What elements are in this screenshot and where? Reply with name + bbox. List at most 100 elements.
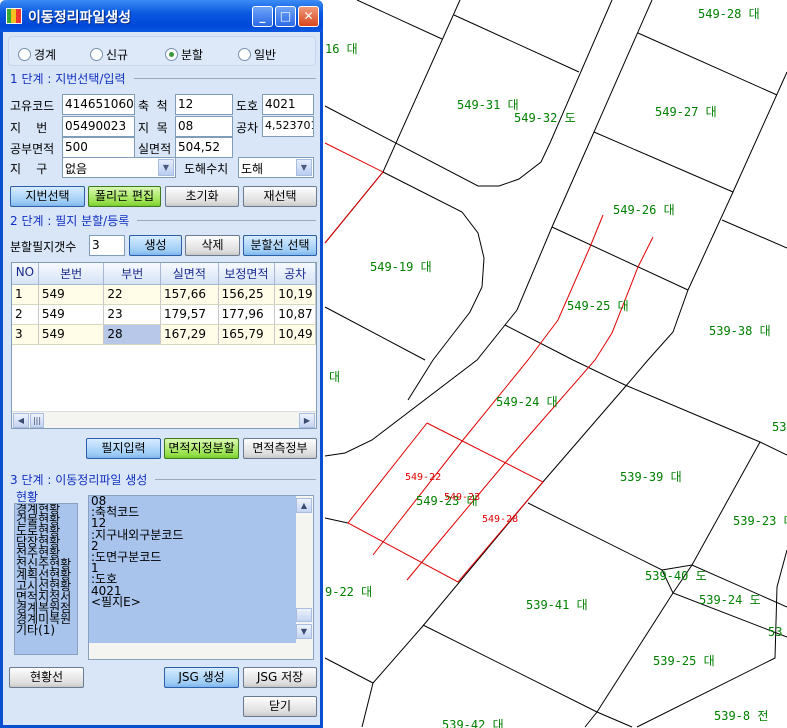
vertical-scrollbar[interactable]: ▲ ▼ — [296, 496, 313, 644]
table-cell-selected[interactable]: 28 — [104, 325, 162, 345]
scroll-up-icon[interactable]: ▲ — [296, 498, 312, 513]
lot-input-button[interactable]: 필지입력 — [86, 438, 161, 459]
status-list[interactable]: 경계현황 건물현황 도로현황 담장현황 전주현황 전신주현황 계획선현황 고시선현황 면적지정서… — [14, 503, 78, 655]
edit-polygon-button[interactable]: 폴리곤 편집 — [88, 186, 161, 207]
split-lot-label: 549-23 — [444, 492, 480, 503]
table-cell[interactable]: 549 — [38, 325, 105, 345]
minimize-button[interactable]: _ — [252, 6, 273, 27]
create-button[interactable]: 생성 — [129, 235, 182, 256]
step1-title: 1 단계 : 지번선택/입력 — [10, 72, 126, 86]
title-bar[interactable]: 이동정리파일생성 _ □ ✕ — [0, 0, 323, 32]
scroll-right-icon[interactable]: ▶ — [299, 413, 315, 428]
chevron-down-icon[interactable]: ▼ — [158, 159, 174, 176]
table-cell[interactable]: 165,79 — [218, 325, 276, 345]
status-line-button[interactable]: 현황선 — [9, 667, 84, 688]
maximize-button[interactable]: □ — [275, 6, 296, 27]
table-header: NO 본번 부번 실면적 보정면적 공차 — [12, 263, 316, 285]
map-type-label: 도해수치 — [184, 162, 229, 176]
table-row[interactable]: 2 549 23 179,57 177,96 10,87 — [12, 305, 316, 325]
parcel-label: 539 — [772, 420, 787, 434]
district-select[interactable]: 없음 ▼ — [62, 157, 176, 178]
horizontal-scrollbar[interactable] — [89, 643, 313, 659]
column-header[interactable]: 실면적 — [161, 263, 219, 285]
record-area-input[interactable]: 500 — [62, 137, 135, 158]
table-cell[interactable]: 2 — [12, 305, 39, 325]
table-cell[interactable]: 549 — [38, 285, 105, 305]
radio-split[interactable]: 분할 — [165, 46, 203, 63]
column-header[interactable]: NO — [12, 263, 39, 285]
output-textarea[interactable]: 08 :축척코드 12 :지구내외구분코드 2 :도면구분코드 1 :도호 40… — [88, 495, 314, 660]
table-cell[interactable]: 177,96 — [218, 305, 276, 325]
parcel-boundary-line — [504, 324, 787, 456]
split-line — [324, 142, 384, 244]
district-value: 없음 — [65, 162, 88, 176]
split-count-input[interactable]: 3 — [89, 235, 125, 256]
scroll-thumb[interactable]: ||| — [30, 413, 44, 428]
table-row[interactable]: 1 549 22 157,66 156,25 10,19 — [12, 285, 316, 305]
table-cell[interactable]: 10,87 — [275, 305, 316, 325]
select-lot-button[interactable]: 지번선택 — [10, 186, 85, 207]
area-measure-button[interactable]: 면적측정부 — [243, 438, 317, 459]
parcel-boundary-line — [721, 219, 787, 249]
table-cell[interactable]: 3 — [12, 325, 39, 345]
scale-input[interactable]: 12 — [175, 94, 233, 115]
table-cell[interactable]: 22 — [104, 285, 162, 305]
status-list-item[interactable]: 기타(1) — [16, 624, 77, 636]
column-header[interactable]: 공차 — [275, 263, 316, 285]
close-button[interactable]: 닫기 — [243, 696, 317, 717]
unique-code-input[interactable]: 41465106001 — [62, 94, 135, 115]
step3-title: 3 단계 : 이동정리파일 생성 — [10, 473, 148, 487]
step1-header: 1 단계 : 지번선택/입력 — [10, 70, 316, 87]
close-window-button[interactable]: ✕ — [298, 6, 319, 27]
parcel-boundary-line — [324, 0, 613, 187]
step2-title: 2 단계 : 필지 분할/등록 — [10, 214, 130, 228]
parcel-label: 539-41 대 — [526, 598, 588, 612]
radio-boundary[interactable]: 경계 — [18, 46, 56, 63]
jsg-save-button[interactable]: JSG 저장 — [243, 667, 317, 688]
radio-general[interactable]: 일반 — [238, 46, 276, 63]
column-header[interactable]: 보정면적 — [218, 263, 276, 285]
scroll-left-icon[interactable]: ◀ — [13, 413, 29, 428]
column-header[interactable]: 부번 — [104, 263, 162, 285]
table-cell[interactable]: 156,25 — [218, 285, 276, 305]
parcel-boundary-line — [422, 624, 633, 728]
real-area-input[interactable]: 504,52 — [175, 137, 233, 158]
horizontal-scrollbar[interactable]: ◀ ||| ▶ — [12, 411, 316, 428]
parcel-label: 549-26 대 — [613, 203, 675, 217]
jsg-create-button[interactable]: JSG 생성 — [164, 667, 239, 688]
table-cell[interactable]: 179,57 — [161, 305, 219, 325]
parcel-label: 549-28 대 — [698, 7, 760, 21]
delete-button[interactable]: 삭제 — [185, 235, 240, 256]
table-cell[interactable]: 167,29 — [161, 325, 219, 345]
app-icon — [6, 8, 22, 24]
table-cell[interactable]: 10,19 — [275, 285, 316, 305]
split-lot-label: 549-22 — [405, 472, 441, 483]
parcel-boundary-line — [584, 441, 761, 728]
table-cell[interactable]: 23 — [104, 305, 162, 325]
table-cell[interactable]: 1 — [12, 285, 39, 305]
sheet-input[interactable]: 4021 — [262, 94, 314, 115]
parcel-boundary-line — [324, 306, 426, 361]
move-file-dialog: 이동정리파일생성 _ □ ✕ 경계 신규 분할 일반 1 단계 : 지번선택/입… — [0, 0, 323, 728]
tolerance-input[interactable]: 4,523701 — [262, 116, 314, 137]
real-area-label: 실면적 — [138, 142, 172, 156]
column-header[interactable]: 본번 — [38, 263, 105, 285]
chevron-down-icon[interactable]: ▼ — [296, 159, 312, 176]
table-row[interactable]: 3 549 28 167,29 165,79 10,49 — [12, 325, 316, 345]
reset-button[interactable]: 초기화 — [165, 186, 239, 207]
select-split-line-button[interactable]: 분할선 선택 — [243, 235, 317, 256]
map-type-select[interactable]: 도해 ▼ — [238, 157, 314, 178]
radio-new[interactable]: 신규 — [90, 46, 128, 63]
landuse-input[interactable]: 08 — [175, 116, 233, 137]
split-lot-table[interactable]: NO 본번 부번 실면적 보정면적 공차 1 549 22 157,66 156… — [11, 262, 317, 429]
scroll-down-icon[interactable]: ▼ — [296, 624, 312, 639]
table-cell[interactable]: 157,66 — [161, 285, 219, 305]
lot-input[interactable]: 05490023 — [62, 116, 135, 137]
table-cell[interactable]: 10,49 — [275, 325, 316, 345]
reselect-button[interactable]: 재선택 — [243, 186, 317, 207]
landuse-label: 지 목 — [138, 121, 168, 135]
scroll-thumb[interactable] — [296, 608, 312, 622]
table-cell[interactable]: 549 — [38, 305, 105, 325]
lot-label: 지 번 — [10, 121, 48, 135]
area-split-button[interactable]: 면적지정분할 — [164, 438, 239, 459]
